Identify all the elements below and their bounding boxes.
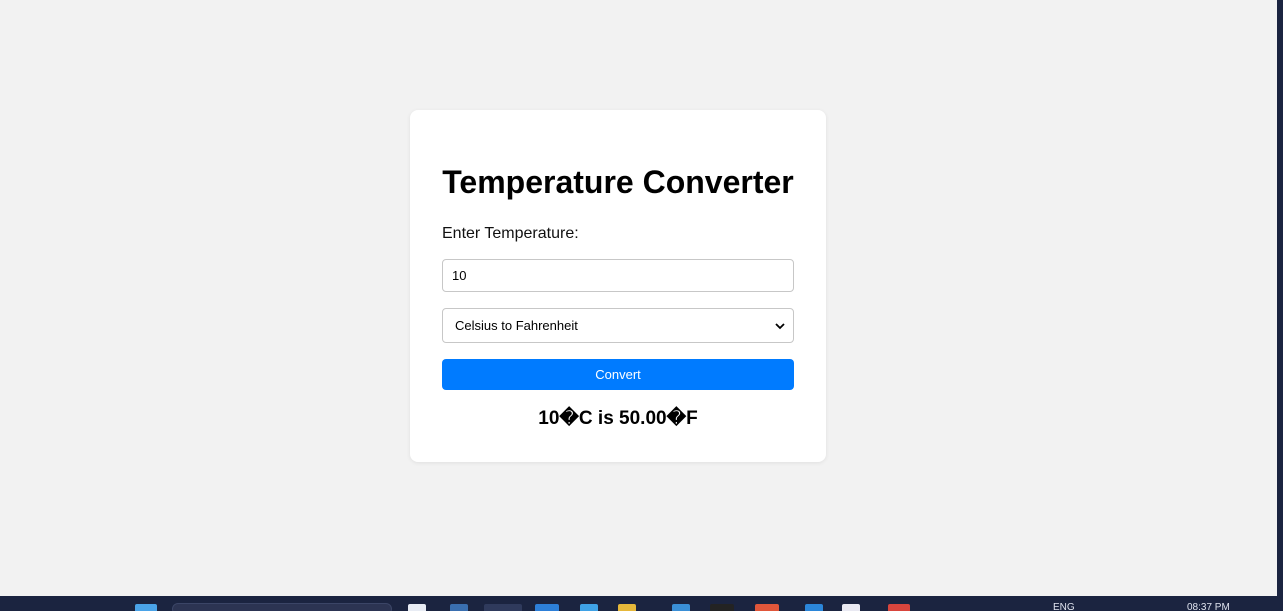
conversion-select[interactable]: Celsius to Fahrenheit: [442, 308, 794, 343]
widgets-icon[interactable]: [450, 604, 468, 611]
app-icon-1[interactable]: [672, 604, 690, 611]
app-icon-3[interactable]: [842, 604, 860, 611]
page-title: Temperature Converter: [442, 164, 794, 200]
convert-button[interactable]: Convert: [442, 359, 794, 390]
chevron-down-icon: [775, 323, 785, 330]
folder-icon[interactable]: [618, 604, 636, 611]
app-icon-2[interactable]: [755, 604, 779, 611]
converter-card: Temperature Converter Enter Temperature:…: [410, 110, 826, 462]
chrome-icon[interactable]: [888, 604, 910, 611]
taskbar: ENG 08:37 PM: [0, 596, 1283, 611]
edge-icon[interactable]: [484, 604, 522, 611]
result-text: 10�C is 50.00�F: [538, 408, 698, 429]
clock[interactable]: 08:37 PM: [1187, 603, 1230, 611]
window-edge: [1277, 0, 1283, 611]
terminal-icon[interactable]: [710, 604, 734, 611]
language-indicator[interactable]: ENG: [1053, 603, 1075, 611]
mail-icon[interactable]: [535, 604, 559, 611]
taskbar-search[interactable]: [172, 603, 392, 611]
conversion-select-value: Celsius to Fahrenheit: [455, 318, 578, 333]
task-view-icon[interactable]: [408, 604, 426, 611]
start-icon[interactable]: [135, 604, 157, 611]
browser-viewport: Temperature Converter Enter Temperature:…: [0, 0, 1277, 592]
vscode-icon[interactable]: [805, 604, 823, 611]
temperature-label: Enter Temperature:: [442, 225, 579, 242]
temperature-input[interactable]: [442, 259, 794, 292]
store-icon[interactable]: [580, 604, 598, 611]
